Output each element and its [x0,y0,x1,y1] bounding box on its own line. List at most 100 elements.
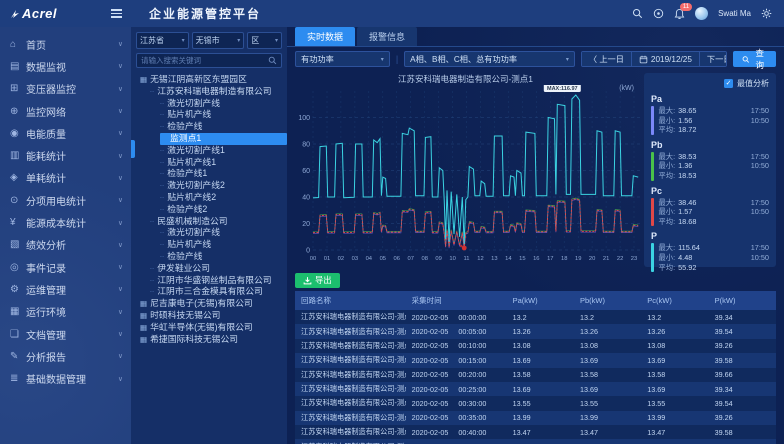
sidebar-item-15[interactable]: ≣基础数据管理∨ [0,367,131,389]
tree-node[interactable]: ┄民盛机械制造公司 [136,216,287,228]
stat-max: 38.65 [678,106,696,116]
tree-node[interactable]: ▦尼吉康电子(无锡)有限公司 [136,298,287,310]
tab-0[interactable]: 实时数据 [295,27,355,46]
svg-text:60: 60 [302,168,310,175]
column-header-5: P(kW) [709,291,776,310]
help-icon[interactable] [653,8,664,19]
sidebar-item-7[interactable]: ⊙分项用电统计∨ [0,189,131,211]
table-row: 江苏安科瑞电器制造有限公司-测点12020-02-0500:30:0013.55… [295,396,776,410]
sidebar-item-11[interactable]: ⚙运维管理∨ [0,278,131,300]
region-select-0[interactable]: 江苏省▾ [136,32,189,49]
tree-node[interactable]: ┄贴片机产线1 [136,157,287,169]
tree-node[interactable]: ┄江阴市华盛钢丝制品有限公司 [136,275,287,287]
tab-1[interactable]: 报警信息 [357,27,417,46]
download-icon [303,276,312,285]
tree-node[interactable]: ┄检验产线2 [136,204,287,216]
sidebar-item-label: 数据监视 [26,59,66,74]
tree-connector: ┄ [160,183,165,190]
sidebar-item-8[interactable]: ¥能源成本统计∨ [0,211,131,233]
table-row: 江苏安科瑞电器制造有限公司-测点12020-02-0500:45:0013.69… [295,439,776,444]
settings-gear-icon[interactable] [761,8,772,19]
metric-select[interactable]: 有功功率▾ [295,51,390,67]
menu-toggle-icon[interactable] [108,6,125,21]
stat-avg: 18.53 [678,171,696,181]
cell-pa: 13.08 [507,339,574,353]
max-analysis-checkbox[interactable]: ✓ [724,79,733,88]
sidebar-item-12[interactable]: ▦运行环境∨ [0,301,131,323]
stat-min: 1.36 [678,161,692,171]
tree-connector: ┄ [150,289,155,296]
export-button[interactable]: 导出 [295,273,340,288]
prev-day-button[interactable]: 〈 上一日 [582,52,632,66]
tree-node[interactable]: ▦无锡江阴高新区东盟园区 [136,74,287,86]
tree-node[interactable]: ┄伊发鞋业公司 [136,263,287,275]
tree-node-label: 民盛机械制造公司 [157,216,227,226]
tree-connector: ┄ [160,148,165,155]
tree-node-label: 检验产线2 [167,204,207,214]
svg-text:20: 20 [589,256,595,262]
tree-node[interactable]: ┄检验产线1 [136,168,287,180]
chevron-down-icon: ▾ [182,37,185,44]
tree-connector: ┄ [160,195,165,202]
tree-search-input[interactable]: 请输入搜索关键词 [136,53,282,68]
device-tree: ▦无锡江阴高新区东盟园区┄江苏安科瑞电器制造有限公司┄激光切割产线┄贴片机产线┄… [136,74,287,345]
tree-node[interactable]: ┄江阴市三合金模具有限公司 [136,286,287,298]
sidebar-item-2[interactable]: ⊞变压器监控∨ [0,78,131,100]
tree-node[interactable]: ┄贴片机产线 [136,109,287,121]
sidebar-item-13[interactable]: ❏文档管理∨ [0,323,131,345]
user-name[interactable]: Swati Ma [718,9,751,18]
svg-text:MAX:116.97: MAX:116.97 [547,86,578,92]
tree-node[interactable]: ┄激光切割产线 [136,98,287,110]
next-day-button[interactable]: 下一日 〉 [700,52,727,66]
sidebar-item-1[interactable]: ▤数据监视∨ [0,55,131,77]
date-picker[interactable]: 2019/12/25 [632,52,700,66]
sidebar-item-9[interactable]: ▧绩效分析∨ [0,234,131,256]
tree-node[interactable]: ▦时硕科技无锡公司 [136,310,287,322]
cell-pb: 13.69 [574,439,641,444]
sidebar-item-5[interactable]: ▥能耗统计∨ [0,144,131,166]
cell-p: 39.58 [709,353,776,367]
tree-node[interactable]: ▦华虹半导体(无锡)有限公司 [136,322,287,334]
tree-node[interactable]: ┄江苏安科瑞电器制造有限公司 [136,86,287,98]
svg-text:14: 14 [505,256,512,262]
sidebar-item-label: 事件记录 [26,260,66,275]
cell-p: 39.58 [709,425,776,439]
query-button[interactable]: 查询 [733,51,776,67]
network-icon: ⊕ [10,106,26,117]
tree-node[interactable]: ┄激光切割产线1 [136,145,287,157]
tree-node[interactable]: ▦希捷国际科技无锡公司 [136,334,287,346]
sidebar-item-4[interactable]: ◉电能质量∨ [0,122,131,144]
sidebar-item-0[interactable]: ⌂首页∨ [0,33,131,55]
tree-search-icon[interactable] [268,56,277,65]
sidebar-item-10[interactable]: ◎事件记录∨ [0,256,131,278]
cell-p: 39.34 [709,382,776,396]
table-header-row: 回路名称采集时间Pa(kW)Pb(kW)Pc(kW)P(kW) [295,291,776,310]
chevron-down-icon: ∨ [118,85,123,93]
tree-node[interactable]: ┄贴片机产线2 [136,192,287,204]
region-select-1[interactable]: 无锡市▾ [192,32,245,49]
sidebar-item-6[interactable]: ◈单耗统计∨ [0,167,131,189]
tree-collapse-handle[interactable] [131,140,135,158]
tree-node[interactable]: ┄激光切割产线2 [136,180,287,192]
tree-node-selected[interactable]: 监测点1 [160,133,287,145]
cell-pc: 13.2 [641,310,708,324]
avatar[interactable] [695,7,708,20]
tree-search-placeholder: 请输入搜索关键词 [141,55,201,66]
tree-node[interactable]: ┄检验产线 [136,251,287,263]
search-icon[interactable] [632,8,643,19]
cell-pa: 13.69 [507,439,574,444]
phase-select[interactable]: A相、B相、C相、总有功功率▾ [404,51,575,67]
tree-node[interactable]: ┄贴片机产线 [136,239,287,251]
unit-consumption-icon: ◈ [10,172,26,183]
sidebar-item-14[interactable]: ✎分析报告∨ [0,345,131,367]
notifications[interactable]: 11 [674,8,685,20]
cell-circuit-name: 江苏安科瑞电器制造有限公司-测点1 [295,396,406,410]
sidebar-item-label: 文档管理 [26,327,66,342]
cell-collect-time: 2020-02-0500:00:00 [406,310,507,324]
region-select-2[interactable]: 区▾ [247,32,282,49]
tree-node[interactable]: ┄检验产线 [136,121,287,133]
sidebar-item-3[interactable]: ⊕监控网络∨ [0,100,131,122]
sidebar-item-label: 绩效分析 [26,237,66,252]
tree-node-label: 检验产线 [167,121,202,131]
tree-node[interactable]: ┄激光切割产线 [136,227,287,239]
